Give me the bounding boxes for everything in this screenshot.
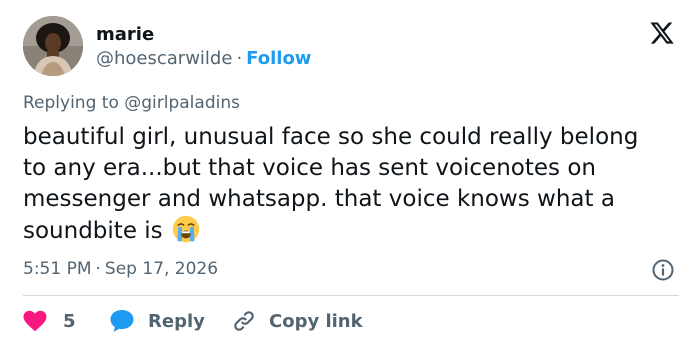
divider <box>23 295 679 296</box>
reply-mention-link[interactable]: @girlpaladins <box>124 93 240 113</box>
speech-bubble-icon <box>110 310 134 332</box>
timestamp-separator: · <box>95 259 101 279</box>
tweet-text-content: beautiful girl, unusual face so she coul… <box>23 124 639 244</box>
tweet-text: beautiful girl, unusual face so she coul… <box>23 122 663 247</box>
x-logo-icon[interactable] <box>648 20 676 46</box>
like-button[interactable]: 5 <box>23 306 76 336</box>
reply-label: Reply <box>148 310 205 332</box>
tweet-date: Sep 17, 2026 <box>104 259 219 279</box>
tweet-time: 5:51 PM <box>23 259 92 279</box>
copy-link-button[interactable]: Copy link <box>231 306 363 336</box>
avatar[interactable] <box>23 16 83 76</box>
heart-icon <box>23 310 47 332</box>
like-count: 5 <box>63 310 76 332</box>
reply-context: Replying to @girlpaladins <box>23 93 240 113</box>
reply-button[interactable]: Reply <box>109 306 205 336</box>
author-handle[interactable]: @hoescarwilde <box>96 48 232 69</box>
reply-context-prefix: Replying to <box>23 93 119 113</box>
info-icon[interactable] <box>651 258 675 282</box>
handle-separator: · <box>236 48 243 69</box>
link-icon <box>234 311 254 331</box>
tweet-card: marie @hoescarwilde · Follow Replying to @… <box>0 0 700 348</box>
loudly-crying-face-icon <box>172 215 200 243</box>
author-name[interactable]: marie <box>96 24 154 45</box>
action-bar: 5 Reply Copy link <box>23 306 683 336</box>
tweet-timestamp[interactable]: 5:51 PM · Sep 17, 2026 <box>23 259 218 279</box>
avatar-image <box>23 16 83 76</box>
copy-link-label: Copy link <box>269 310 363 332</box>
author-handle-line: @hoescarwilde · Follow <box>96 48 311 69</box>
follow-button[interactable]: Follow <box>246 48 311 69</box>
